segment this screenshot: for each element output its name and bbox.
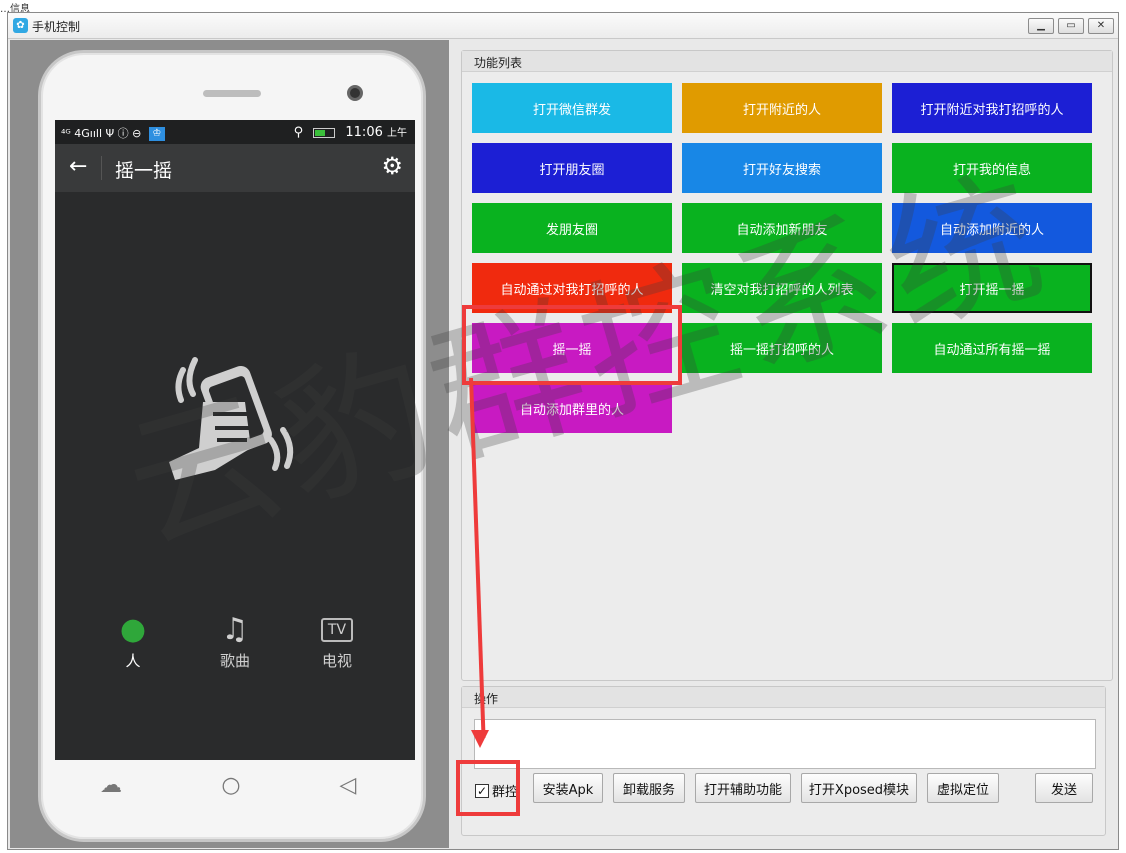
function-button[interactable]: 清空对我打招呼的人列表 xyxy=(682,263,882,313)
location-icon: ⚲ xyxy=(293,125,304,140)
home-icon[interactable]: ○ xyxy=(216,771,246,801)
phone-mirror-area: ⁴ᴳ 4Gııll Ψ ⓘ ⊖ ♔ ⚲ 11:06 上午 ← 摇一摇 ⚙ ● 人… xyxy=(10,40,449,848)
battery-icon xyxy=(313,127,336,138)
phone-frame: ⁴ᴳ 4Gııll Ψ ⓘ ⊖ ♔ ⚲ 11:06 上午 ← 摇一摇 ⚙ ● 人… xyxy=(38,50,426,842)
tab-people[interactable]: ● 人 xyxy=(93,610,173,671)
screen-root: …信息 ✿ 手机控制 ▁ ▭ ✕ ⁴ᴳ 4Gııll Ψ ⓘ ⊖ ♔ ⚲ 11:… xyxy=(0,0,1126,853)
back-arrow-icon[interactable]: ← xyxy=(69,154,87,179)
highlight-box-group-control xyxy=(456,760,520,816)
function-button[interactable]: 自动添加新朋友 xyxy=(682,203,882,253)
tab-songs[interactable]: ♫ 歌曲 xyxy=(195,610,275,671)
shake-hand-icon[interactable] xyxy=(155,330,315,490)
close-icon: ✕ xyxy=(1096,20,1106,31)
phone-speaker xyxy=(203,90,261,97)
app-bar: ← 摇一摇 ⚙ xyxy=(55,144,415,192)
virtual-location-button[interactable]: 虚拟定位 xyxy=(927,773,999,803)
function-button[interactable]: 打开好友搜索 xyxy=(682,143,882,193)
title-bar[interactable]: ✿ 手机控制 ▁ ▭ ✕ xyxy=(8,13,1118,39)
function-button[interactable]: 打开摇一摇 xyxy=(892,263,1092,313)
tab-bar: ● 人 ♫ 歌曲 TV 电视 xyxy=(55,610,415,690)
restore-button[interactable]: ▭ xyxy=(1058,18,1084,34)
open-xposed-button[interactable]: 打开Xposed模块 xyxy=(801,773,917,803)
highlight-box-shake xyxy=(462,305,682,385)
tv-icon: TV xyxy=(297,610,377,650)
status-right: ⚲ 11:06 上午 xyxy=(294,124,407,140)
back-triangle-icon[interactable]: ◁ xyxy=(333,771,363,801)
function-button[interactable]: 发朋友圈 xyxy=(472,203,672,253)
function-button[interactable]: 自动通过所有摇一摇 xyxy=(892,323,1092,373)
person-icon: ● xyxy=(119,612,147,647)
function-list-title: 功能列表 xyxy=(462,51,1112,72)
operation-input[interactable] xyxy=(474,719,1096,769)
phone-screen[interactable]: ⁴ᴳ 4Gııll Ψ ⓘ ⊖ ♔ ⚲ 11:06 上午 ← 摇一摇 ⚙ ● 人… xyxy=(55,120,415,760)
uninstall-service-button[interactable]: 卸载服务 xyxy=(613,773,685,803)
open-accessibility-button[interactable]: 打开辅助功能 xyxy=(695,773,791,803)
function-button[interactable]: 打开附近的人 xyxy=(682,83,882,133)
close-button[interactable]: ✕ xyxy=(1088,18,1114,34)
tab-label: 歌曲 xyxy=(219,652,250,670)
function-button[interactable]: 打开我的信息 xyxy=(892,143,1092,193)
install-apk-button[interactable]: 安装Apk xyxy=(533,773,603,803)
function-button[interactable]: 打开朋友圈 xyxy=(472,143,672,193)
gear-icon[interactable]: ⚙ xyxy=(381,152,403,180)
page-title: 摇一摇 xyxy=(115,160,173,182)
phone-camera xyxy=(347,85,363,101)
restore-icon: ▭ xyxy=(1066,20,1076,31)
tab-label: 人 xyxy=(125,652,141,670)
crown-icon: ♔ xyxy=(148,127,165,141)
function-button[interactable]: 打开附近对我打招呼的人 xyxy=(892,83,1092,133)
tab-tv[interactable]: TV 电视 xyxy=(297,610,377,671)
minimize-button[interactable]: ▁ xyxy=(1028,18,1054,34)
appbar-divider xyxy=(101,156,102,180)
function-button[interactable]: 自动添加附近的人 xyxy=(892,203,1092,253)
send-button[interactable]: 发送 xyxy=(1035,773,1093,803)
function-button[interactable]: 自动添加群里的人 xyxy=(472,383,672,433)
operation-title: 操作 xyxy=(462,687,1105,708)
window-title: 手机控制 xyxy=(32,20,81,34)
status-bar: ⁴ᴳ 4Gııll Ψ ⓘ ⊖ ♔ ⚲ 11:06 上午 xyxy=(55,120,415,144)
annotation-arrow-head xyxy=(471,730,489,748)
status-icons: ⁴ᴳ 4Gııll Ψ ⓘ ⊖ ♔ xyxy=(61,125,165,141)
wechat-icon[interactable]: ☁ xyxy=(96,771,126,801)
function-button[interactable]: 摇一摇打招呼的人 xyxy=(682,323,882,373)
function-button[interactable]: 打开微信群发 xyxy=(472,83,672,133)
status-time: 11:06 xyxy=(345,125,383,140)
minimize-icon: ▁ xyxy=(1037,20,1045,31)
app-icon: ✿ xyxy=(13,18,28,33)
music-icon: ♫ xyxy=(221,612,249,647)
tab-label: 电视 xyxy=(321,652,352,670)
status-time-suffix: 上午 xyxy=(387,128,407,139)
operation-group: 操作 ✓ 群控 安装Apk 卸载服务 打开辅助功能 打开Xposed模块 虚拟定… xyxy=(461,686,1106,836)
